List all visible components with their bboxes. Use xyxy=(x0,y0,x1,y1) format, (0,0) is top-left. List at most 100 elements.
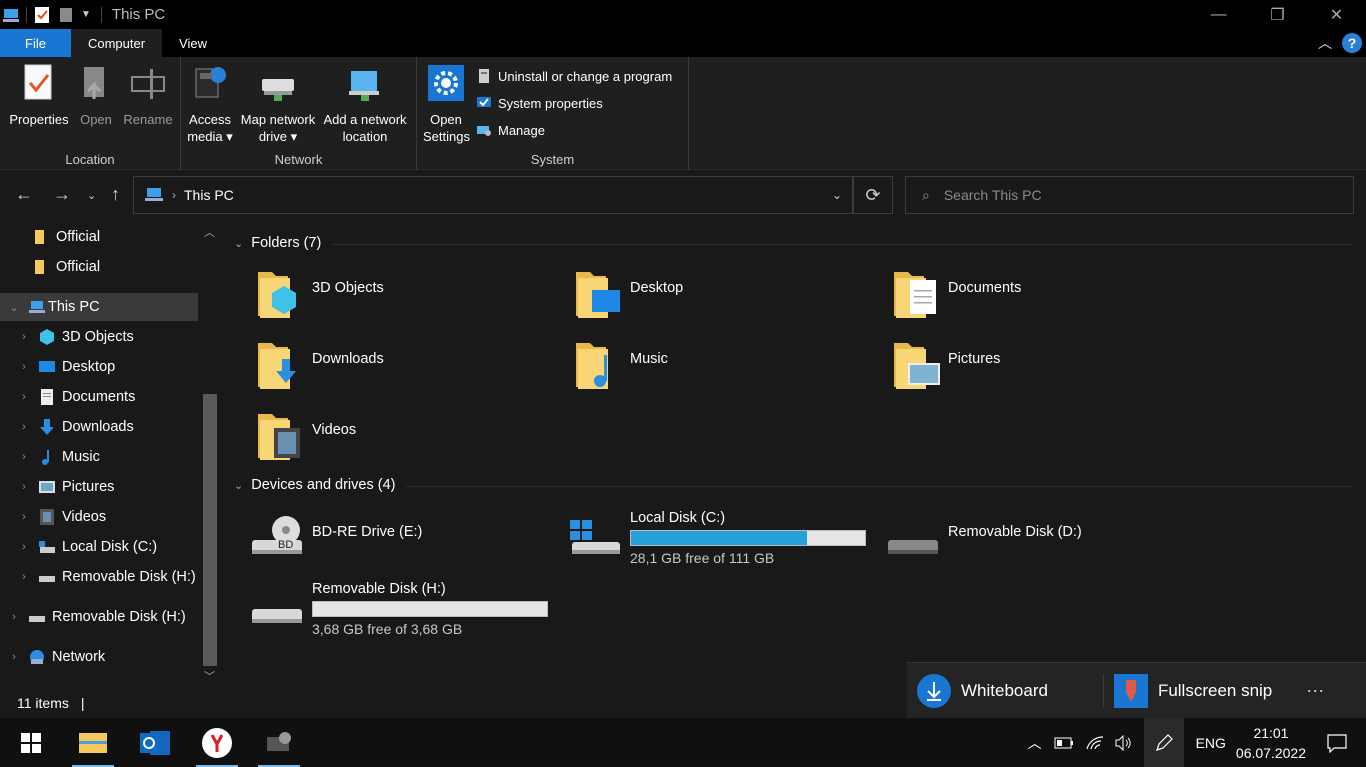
fullscreen-snip-button[interactable]: Fullscreen snip xyxy=(1113,673,1272,708)
collapse-ribbon-chevron-icon[interactable]: ︿ xyxy=(1318,33,1332,53)
nav-item-label: Documents xyxy=(62,389,136,405)
folder-documents[interactable]: Documents xyxy=(892,266,1021,320)
back-arrow-icon[interactable]: ← xyxy=(15,184,33,205)
nav-scrollbar[interactable]: ︿ ﹀ xyxy=(200,220,218,688)
wifi-icon[interactable] xyxy=(1085,735,1104,751)
open-label: Open xyxy=(80,112,112,127)
nav-item-official-1[interactable]: Official xyxy=(32,223,100,251)
drive-label: Removable Disk (H:) xyxy=(312,581,446,597)
folder-pictures[interactable]: Pictures xyxy=(892,337,1000,391)
drive-removable-h[interactable]: Removable Disk (H:) 3,68 GB free of 3,68… xyxy=(248,581,548,637)
nav-item-desktop[interactable]: › Desktop xyxy=(18,353,115,381)
address-bar[interactable]: › This PC ⌄ xyxy=(133,176,853,214)
minimize-button[interactable]: — xyxy=(1189,0,1248,29)
open-icon xyxy=(84,67,104,99)
collapsed-chevron-icon[interactable]: › xyxy=(8,611,20,623)
tab-view[interactable]: View xyxy=(162,29,224,57)
more-options-icon[interactable]: ··· xyxy=(1306,680,1324,701)
nav-item-3d-objects[interactable]: › 3D Objects xyxy=(18,323,134,351)
nav-item-music[interactable]: › Music xyxy=(18,443,100,471)
nav-item-official-2[interactable]: Official xyxy=(32,253,100,281)
collapsed-chevron-icon[interactable]: › xyxy=(18,361,30,373)
pen-workspace-button[interactable] xyxy=(1143,718,1184,767)
drive-bd-re-e[interactable]: BD BD-RE Drive (E:) xyxy=(248,510,422,562)
close-button[interactable]: ✕ xyxy=(1307,0,1366,29)
collapsed-chevron-icon[interactable]: › xyxy=(18,391,30,403)
collapsed-chevron-icon[interactable]: › xyxy=(18,421,30,433)
nav-item-pictures[interactable]: › Pictures xyxy=(18,473,114,501)
folder-3d-objects[interactable]: 3D Objects xyxy=(256,266,384,320)
restore-button[interactable]: ❐ xyxy=(1248,0,1307,29)
folder-downloads[interactable]: Downloads xyxy=(256,337,384,391)
nav-item-documents[interactable]: › Documents xyxy=(18,383,135,411)
uninstall-program-button[interactable]: Uninstall or change a program xyxy=(476,68,672,84)
taskbar: ︿ ENG 21:01 06.07.2022 xyxy=(0,718,1366,767)
system-properties-button[interactable]: System properties xyxy=(476,95,603,111)
collapsed-chevron-icon[interactable]: › xyxy=(18,481,30,493)
properties-icon[interactable] xyxy=(33,6,51,24)
ribbon-tabs: File Computer View ︿ ? xyxy=(0,29,1366,57)
folder-music[interactable]: Music xyxy=(574,337,668,391)
collapsed-chevron-icon[interactable]: › xyxy=(18,511,30,523)
add-network-location-button[interactable]: Add a network location xyxy=(319,63,411,145)
folder-desktop[interactable]: Desktop xyxy=(574,266,683,320)
nav-item-downloads[interactable]: › Downloads xyxy=(18,413,134,441)
help-icon[interactable]: ? xyxy=(1342,33,1362,53)
drive-removable-d[interactable]: Removable Disk (D:) xyxy=(884,510,1082,562)
whiteboard-button[interactable]: Whiteboard xyxy=(917,673,1048,708)
nav-item-videos[interactable]: › Videos xyxy=(18,503,106,531)
scroll-down-chevron-icon[interactable]: ﹀ xyxy=(204,668,215,684)
add-location-label-1: Add a network xyxy=(323,112,407,127)
address-dropdown-chevron-icon[interactable]: ⌄ xyxy=(832,188,842,202)
nav-item-this-pc[interactable]: ⌄ This PC xyxy=(0,293,198,321)
drive-label: Local Disk (C:) xyxy=(630,510,726,526)
clock[interactable]: 21:01 06.07.2022 xyxy=(1236,723,1306,763)
nav-item-removable-disk-h-2[interactable]: › Removable Disk (H:) xyxy=(8,603,186,631)
rename-button[interactable]: Rename xyxy=(122,63,174,128)
start-button[interactable] xyxy=(6,718,56,767)
folder-videos[interactable]: Videos xyxy=(256,408,356,462)
videos-folder-icon xyxy=(258,414,300,460)
volume-icon[interactable] xyxy=(1114,734,1132,751)
this-pc-icon xyxy=(3,8,19,22)
collapsed-chevron-icon[interactable]: › xyxy=(18,541,30,553)
taskbar-yandex-browser[interactable] xyxy=(192,718,242,767)
scroll-thumb[interactable] xyxy=(203,394,217,666)
expanded-chevron-icon[interactable]: ⌄ xyxy=(8,301,20,314)
taskbar-outlook[interactable] xyxy=(130,718,180,767)
nav-item-network[interactable]: › Network xyxy=(8,643,105,671)
access-media-button[interactable]: Access media ▾ xyxy=(187,63,233,145)
customize-qat-chevron-icon[interactable]: ▼ xyxy=(81,9,91,20)
tab-computer[interactable]: Computer xyxy=(70,29,163,57)
refresh-icon[interactable]: ⟳ xyxy=(853,176,893,214)
taskbar-settings-app[interactable] xyxy=(254,718,304,767)
new-folder-icon[interactable] xyxy=(57,6,75,24)
forward-arrow-icon[interactable]: → xyxy=(53,184,71,205)
collapsed-chevron-icon[interactable]: › xyxy=(18,571,30,583)
breadcrumb-this-pc[interactable]: This PC xyxy=(184,187,234,203)
manage-button[interactable]: Manage xyxy=(476,122,545,138)
collapsed-chevron-icon[interactable]: › xyxy=(18,451,30,463)
show-hidden-icons-chevron-icon[interactable]: ︿ xyxy=(1028,733,1042,753)
folders-section-header[interactable]: ⌄ Folders (7) xyxy=(234,235,321,251)
drives-section-header[interactable]: ⌄ Devices and drives (4) xyxy=(234,477,395,493)
taskbar-file-explorer[interactable] xyxy=(68,718,118,767)
nav-item-removable-disk-h-1[interactable]: › Removable Disk (H:) xyxy=(18,563,196,591)
nav-item-local-disk-c[interactable]: › Local Disk (C:) xyxy=(18,533,157,561)
up-arrow-icon[interactable]: ↑ xyxy=(111,184,120,205)
scroll-up-chevron-icon[interactable]: ︿ xyxy=(204,224,215,240)
open-settings-button[interactable]: Open Settings xyxy=(423,63,470,145)
tab-file[interactable]: File xyxy=(0,29,71,57)
battery-icon[interactable] xyxy=(1054,736,1074,750)
map-drive-label-2: drive ▾ xyxy=(258,129,298,144)
map-network-drive-button[interactable]: Map network drive ▾ xyxy=(239,63,317,145)
notifications-icon[interactable] xyxy=(1326,733,1348,753)
input-language[interactable]: ENG xyxy=(1196,735,1226,751)
properties-button[interactable]: Properties xyxy=(8,63,70,128)
collapsed-chevron-icon[interactable]: › xyxy=(18,331,30,343)
recent-locations-chevron-icon[interactable]: ⌄ xyxy=(87,189,96,202)
open-button[interactable]: Open xyxy=(76,63,116,128)
collapsed-chevron-icon[interactable]: › xyxy=(8,651,20,663)
drive-local-disk-c[interactable]: Local Disk (C:) 28,1 GB free of 111 GB xyxy=(566,510,866,566)
search-input[interactable]: ⌕ Search This PC xyxy=(905,176,1354,214)
